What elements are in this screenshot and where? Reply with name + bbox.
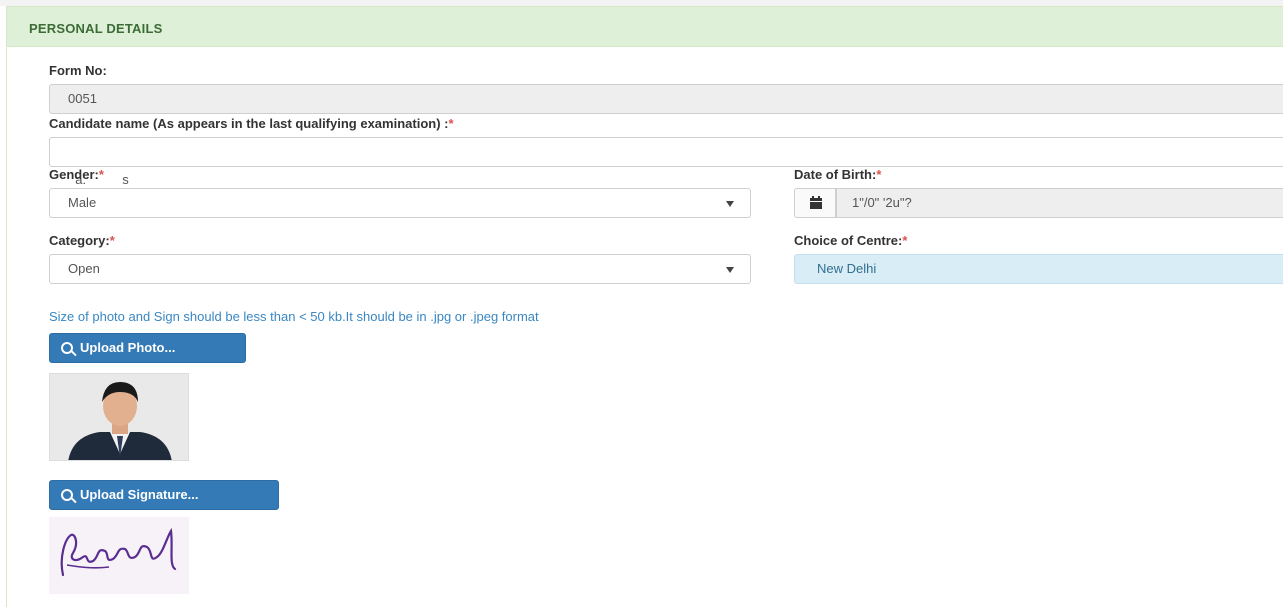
dob-input[interactable]: 1"/0" '2u"? bbox=[836, 188, 1283, 218]
upload-signature-button[interactable]: Upload Signature... bbox=[49, 480, 279, 510]
dob-value: 1"/0" '2u"? bbox=[852, 195, 912, 210]
search-icon bbox=[61, 489, 73, 501]
candidate-name-input[interactable]: a: s bbox=[49, 137, 1283, 187]
upload-help-text: Size of photo and Sign should be less th… bbox=[49, 309, 539, 324]
centre-label: Choice of Centre:* bbox=[794, 233, 907, 248]
required-mark: * bbox=[876, 167, 882, 182]
signature-drawing bbox=[60, 527, 177, 577]
gender-label: Gender:* bbox=[49, 167, 104, 182]
chevron-down-icon bbox=[726, 267, 734, 273]
centre-value: New Delhi bbox=[817, 261, 877, 276]
candidate-name-label: Candidate name (As appears in the last q… bbox=[49, 116, 454, 131]
required-mark: * bbox=[448, 116, 454, 131]
category-label: Category:* bbox=[49, 233, 115, 248]
form-no-label-text: Form No: bbox=[49, 63, 107, 78]
dob-label-text: Date of Birth: bbox=[794, 167, 877, 182]
required-mark: * bbox=[109, 233, 115, 248]
form-no-value: 0051 bbox=[68, 91, 97, 106]
gender-value: Male bbox=[68, 195, 97, 210]
category-select[interactable]: Open bbox=[49, 254, 751, 284]
centre-field[interactable]: New Delhi bbox=[794, 254, 1283, 284]
candidate-name-label-text: Candidate name (As appears in the last q… bbox=[49, 116, 449, 131]
panel-title: PERSONAL DETAILS bbox=[29, 21, 163, 36]
required-mark: * bbox=[902, 233, 908, 248]
upload-photo-label: Upload Photo... bbox=[80, 340, 176, 355]
required-mark: * bbox=[98, 167, 104, 182]
gender-select[interactable]: Male bbox=[49, 188, 751, 218]
centre-label-text: Choice of Centre: bbox=[794, 233, 903, 248]
dob-label: Date of Birth:* bbox=[794, 167, 881, 182]
form-no-label: Form No: bbox=[49, 63, 107, 78]
search-icon bbox=[61, 342, 73, 354]
gender-label-text: Gender: bbox=[49, 167, 99, 182]
candidate-photo bbox=[49, 373, 189, 461]
form-no-field[interactable]: 0051 bbox=[49, 84, 1283, 114]
panel-heading: PERSONAL DETAILS bbox=[7, 7, 1283, 47]
chevron-down-icon bbox=[726, 201, 734, 207]
signature-image bbox=[49, 517, 189, 594]
category-label-text: Category: bbox=[49, 233, 110, 248]
calendar-icon[interactable] bbox=[794, 188, 836, 218]
candidate-photo-image bbox=[50, 374, 188, 460]
upload-photo-button[interactable]: Upload Photo... bbox=[49, 333, 246, 363]
upload-signature-label: Upload Signature... bbox=[80, 487, 199, 502]
category-value: Open bbox=[68, 261, 100, 276]
